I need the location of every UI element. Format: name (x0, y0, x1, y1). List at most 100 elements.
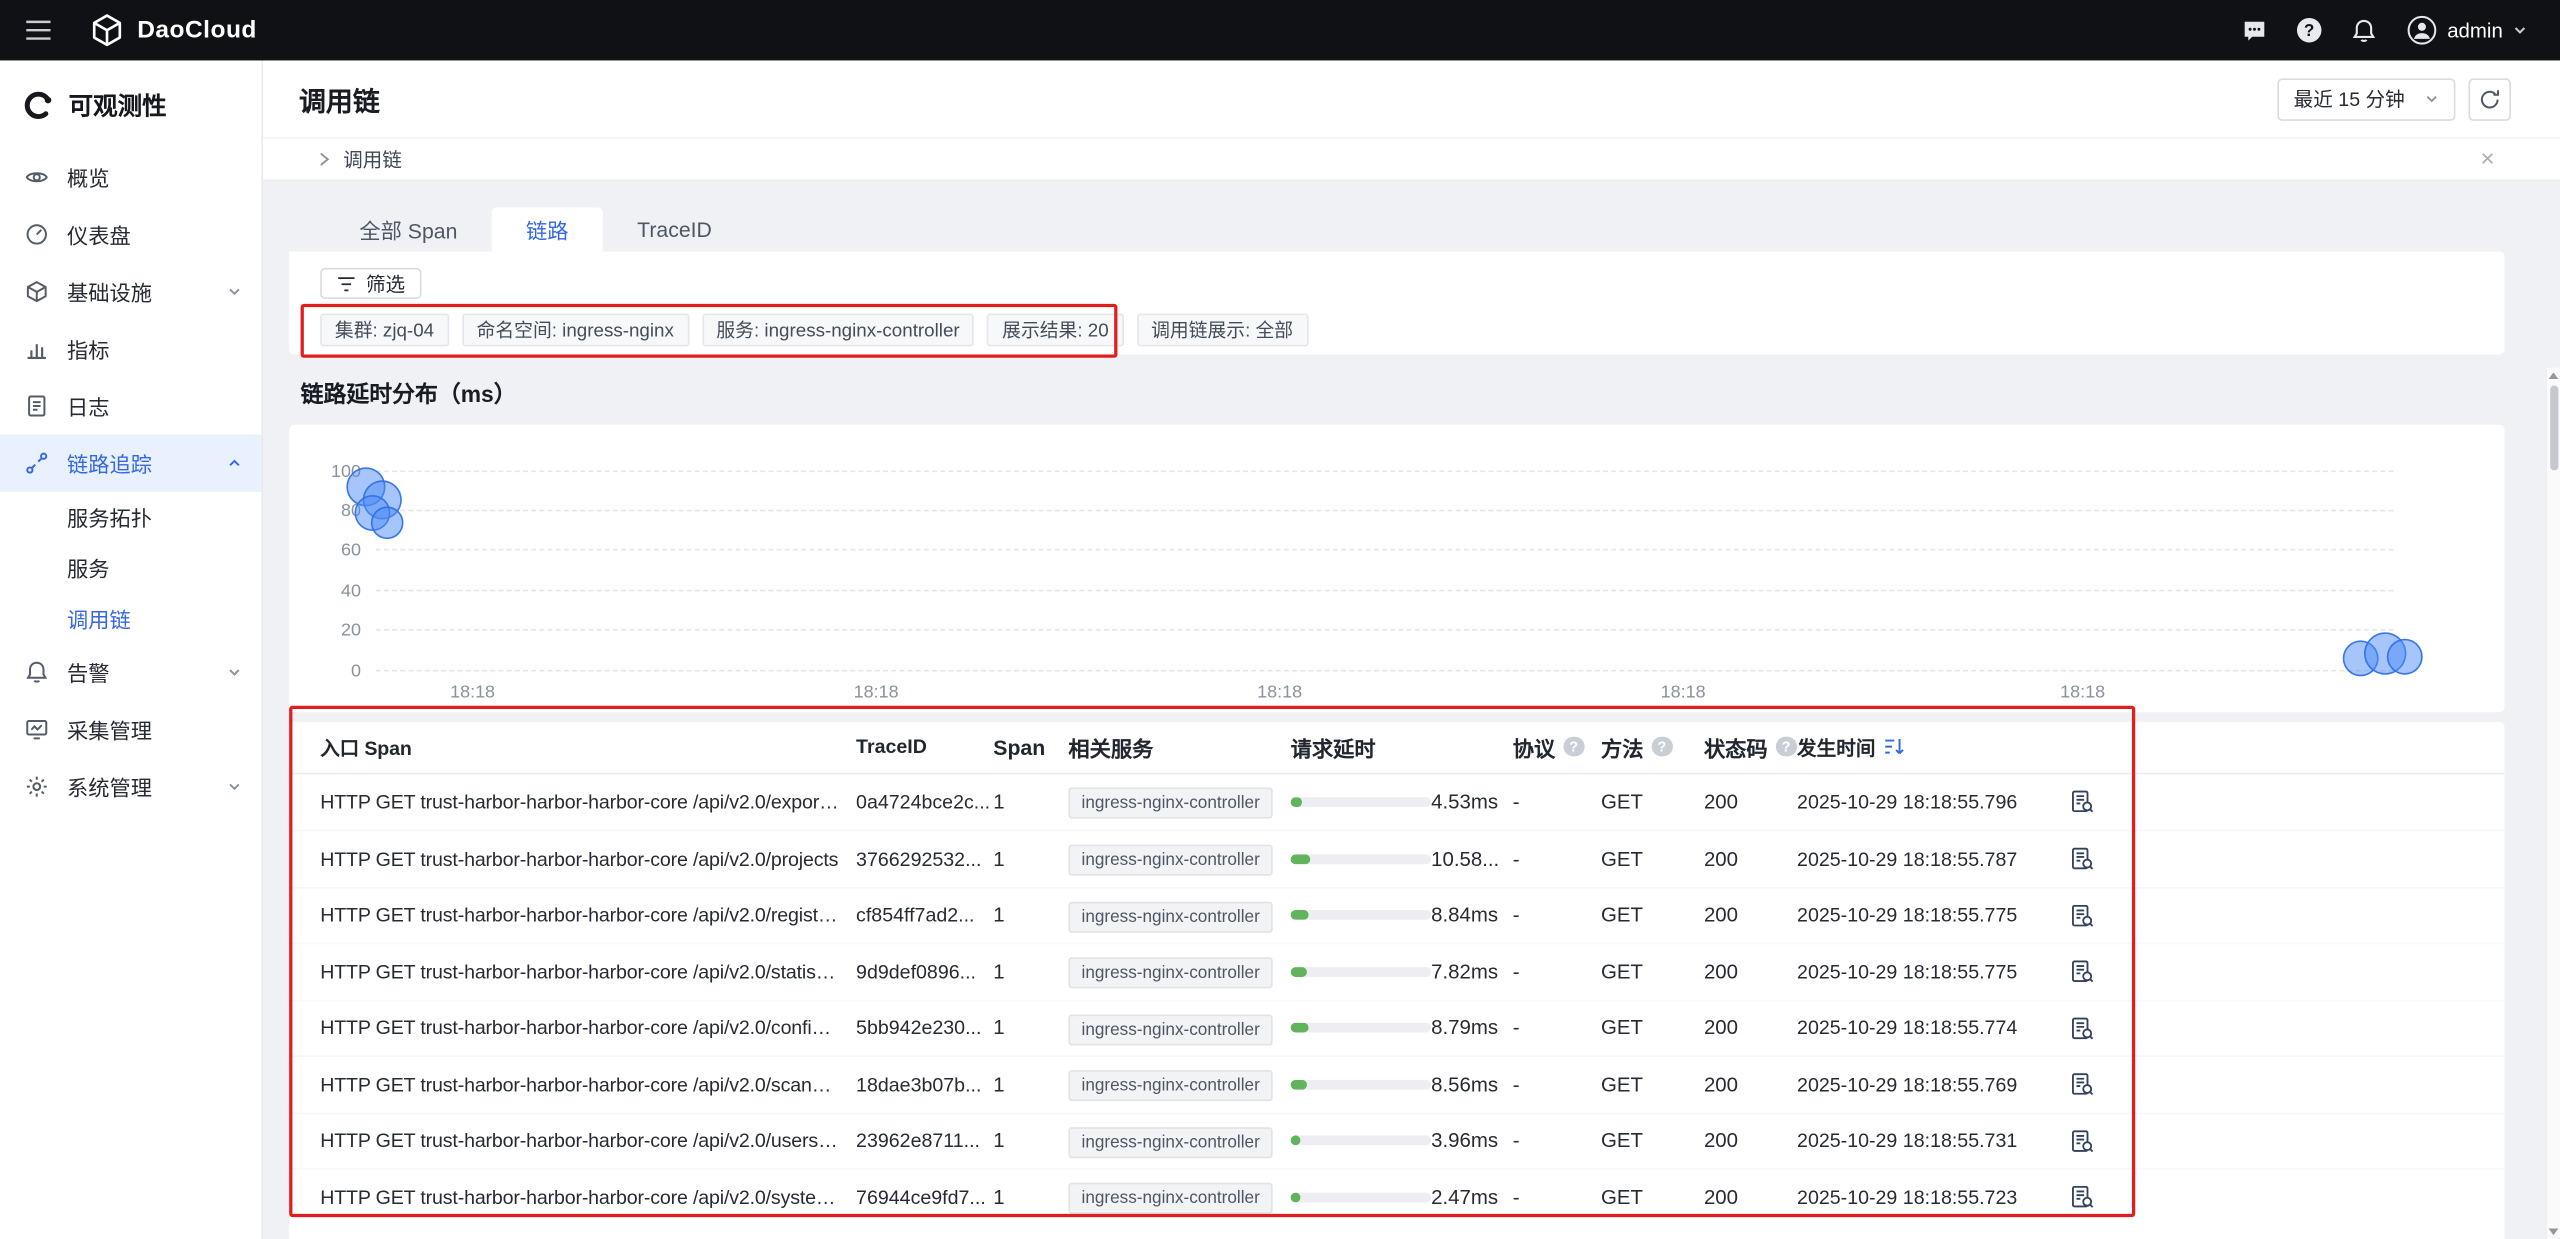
sidebar-item-infrastructure[interactable]: 基础设施 (0, 263, 261, 320)
latency-value: 3.96ms (1431, 1129, 1521, 1152)
scrollbar-up-arrow-icon[interactable] (2549, 372, 2559, 379)
sidebar-item-system[interactable]: 系统管理 (0, 758, 261, 815)
collapse-caret-icon[interactable] (319, 152, 330, 167)
x-axis-tick-label: 18:18 (1661, 682, 1706, 702)
view-log-icon[interactable] (2069, 1072, 2094, 1097)
view-log-icon[interactable] (2069, 1016, 2094, 1041)
trace-table-row[interactable]: HTTP GET trust-harbor-harbor-harbor-core… (289, 886, 2504, 942)
tab-trace-id[interactable]: TraceID (603, 207, 746, 251)
entry-span-cell[interactable]: HTTP GET trust-harbor-harbor-harbor-core… (320, 960, 856, 983)
trace-table-row[interactable]: HTTP GET trust-harbor-harbor-harbor-core… (289, 999, 2504, 1055)
sidebar-item-alerts[interactable]: 告警 (0, 644, 261, 701)
entry-span-cell[interactable]: HTTP GET trust-harbor-harbor-harbor-core… (320, 1186, 856, 1209)
filter-button[interactable]: 筛选 (320, 268, 421, 299)
trace-id-cell: 0a4724bce2c... (856, 790, 993, 813)
latency-bar-track (1291, 1192, 1431, 1202)
user-menu[interactable]: admin (2406, 15, 2527, 46)
view-log-icon[interactable] (2069, 1185, 2094, 1210)
filter-tag[interactable]: 命名空间: ingress-nginx (462, 313, 689, 346)
document-icon (25, 394, 51, 419)
help-circle-icon[interactable]: ? (1652, 736, 1672, 756)
refresh-button[interactable] (2469, 78, 2511, 120)
chevron-up-icon (227, 456, 242, 471)
column-entry-span[interactable]: 入口 Span (320, 733, 856, 761)
protocol-cell: - (1513, 1017, 1601, 1040)
occurred-at-cell: 2025-10-29 18:18:55.731 (1797, 1129, 2039, 1152)
column-occurred-at[interactable]: 发生时间 (1797, 733, 2039, 761)
entry-span-cell[interactable]: HTTP GET trust-harbor-harbor-harbor-core… (320, 904, 856, 927)
trace-table-row[interactable]: HTTP GET trust-harbor-harbor-harbor-core… (289, 1055, 2504, 1111)
breadcrumb-label[interactable]: 调用链 (343, 145, 402, 173)
trace-table-row[interactable]: HTTP GET trust-harbor-harbor-harbor-core… (289, 1112, 2504, 1168)
message-icon[interactable] (2241, 17, 2267, 43)
protocol-cell: - (1513, 960, 1601, 983)
y-axis-tick-label: 20 (341, 621, 361, 641)
sidebar-item-tracing[interactable]: 链路追踪 (0, 435, 261, 492)
entry-span-cell[interactable]: HTTP GET trust-harbor-harbor-harbor-core… (320, 1017, 856, 1040)
filter-tag[interactable]: 调用链展示: 全部 (1136, 313, 1307, 346)
column-trace-id[interactable]: TraceID (856, 735, 993, 758)
view-log-icon[interactable] (2069, 959, 2094, 984)
x-axis-tick-label: 18:18 (2060, 682, 2105, 702)
actions-cell (2039, 903, 2124, 928)
sidebar-item-service-topology[interactable]: 服务拓扑 (0, 492, 261, 543)
help-circle-icon[interactable]: ? (1776, 736, 1796, 756)
tab-trace[interactable]: 链路 (492, 207, 603, 251)
view-log-icon[interactable] (2069, 903, 2094, 928)
entry-span-cell[interactable]: HTTP GET trust-harbor-harbor-harbor-core… (320, 847, 856, 870)
span-count-cell: 1 (993, 1129, 1068, 1152)
column-span[interactable]: Span (993, 734, 1068, 759)
sidebar-item-metrics[interactable]: 指标 (0, 320, 261, 377)
status-code-cell: 200 (1704, 790, 1797, 813)
entry-span-cell[interactable]: HTTP GET trust-harbor-harbor-harbor-core… (320, 1073, 856, 1096)
column-protocol[interactable]: 协议? (1513, 731, 1601, 762)
notification-bell-icon[interactable] (2351, 17, 2377, 43)
trace-table-card: 入口 Span TraceID Span 相关服务 请求延时 协议? 方法? 状… (289, 721, 2504, 1239)
sidebar-item-label: 概览 (67, 162, 242, 193)
help-icon[interactable]: ? (2297, 18, 2322, 43)
sidebar-item-overview[interactable]: 概览 (0, 149, 261, 206)
brand[interactable]: DaoCloud (90, 13, 257, 47)
column-status-code[interactable]: 状态码? (1704, 731, 1797, 762)
entry-span-cell[interactable]: HTTP GET trust-harbor-harbor-harbor-core… (320, 1129, 856, 1152)
column-related-service[interactable]: 相关服务 (1068, 731, 1290, 762)
view-log-icon[interactable] (2069, 789, 2094, 814)
help-circle-icon[interactable]: ? (1563, 736, 1583, 756)
sort-descending-icon[interactable] (1884, 737, 1905, 757)
trace-table-row[interactable]: HTTP GET trust-harbor-harbor-harbor-core… (289, 774, 2504, 830)
trace-table-row[interactable]: HTTP GET trust-harbor-harbor-harbor-core… (289, 943, 2504, 999)
column-latency[interactable]: 请求延时 (1291, 731, 1513, 762)
sidebar-item-logs[interactable]: 日志 (0, 377, 261, 434)
chevron-down-icon (2513, 23, 2528, 38)
column-method[interactable]: 方法? (1601, 731, 1704, 762)
sidebar-item-collection[interactable]: 采集管理 (0, 701, 261, 758)
scatter-point[interactable] (372, 507, 405, 540)
service-cell: ingress-nginx-controller (1068, 847, 1290, 870)
entry-span-cell[interactable]: HTTP GET trust-harbor-harbor-harbor-core… (320, 790, 856, 813)
filter-tag[interactable]: 服务: ingress-nginx-controller (702, 313, 975, 346)
brand-name: DaoCloud (137, 16, 257, 44)
tab-all-span[interactable]: 全部 Span (325, 207, 492, 251)
sidebar-item-traces[interactable]: 调用链 (0, 593, 261, 644)
filter-tag[interactable]: 集群: zjq-04 (320, 313, 449, 346)
latency-bar-fill (1291, 910, 1309, 920)
product-header: 可观测性 (0, 60, 261, 148)
sidebar-item-label: 仪表盘 (67, 219, 242, 250)
close-icon[interactable]: × (2480, 147, 2494, 172)
scrollbar-down-arrow-icon[interactable] (2549, 1229, 2559, 1236)
sidebar-item-dashboard[interactable]: 仪表盘 (0, 206, 261, 263)
scatter-point[interactable] (2387, 639, 2423, 675)
sidebar-item-services[interactable]: 服务 (0, 542, 261, 593)
y-axis-tick-label: 0 (351, 661, 361, 681)
view-log-icon[interactable] (2069, 847, 2094, 872)
trace-table-row[interactable]: HTTP GET trust-harbor-harbor-harbor-core… (289, 1168, 2504, 1224)
trace-table-row[interactable]: HTTP GET trust-harbor-harbor-harbor-core… (289, 830, 2504, 886)
filter-tag[interactable]: 展示结果: 20 (987, 313, 1123, 346)
x-axis-tick-label: 18:18 (1257, 682, 1302, 702)
product-name: 可观测性 (69, 87, 167, 121)
scrollbar-thumb[interactable] (2549, 386, 2557, 471)
time-range-select[interactable]: 最近 15 分钟 (2277, 78, 2455, 120)
view-log-icon[interactable] (2069, 1128, 2094, 1153)
latency-cell: 3.96ms (1291, 1129, 1513, 1152)
hamburger-menu-icon[interactable] (25, 20, 53, 41)
